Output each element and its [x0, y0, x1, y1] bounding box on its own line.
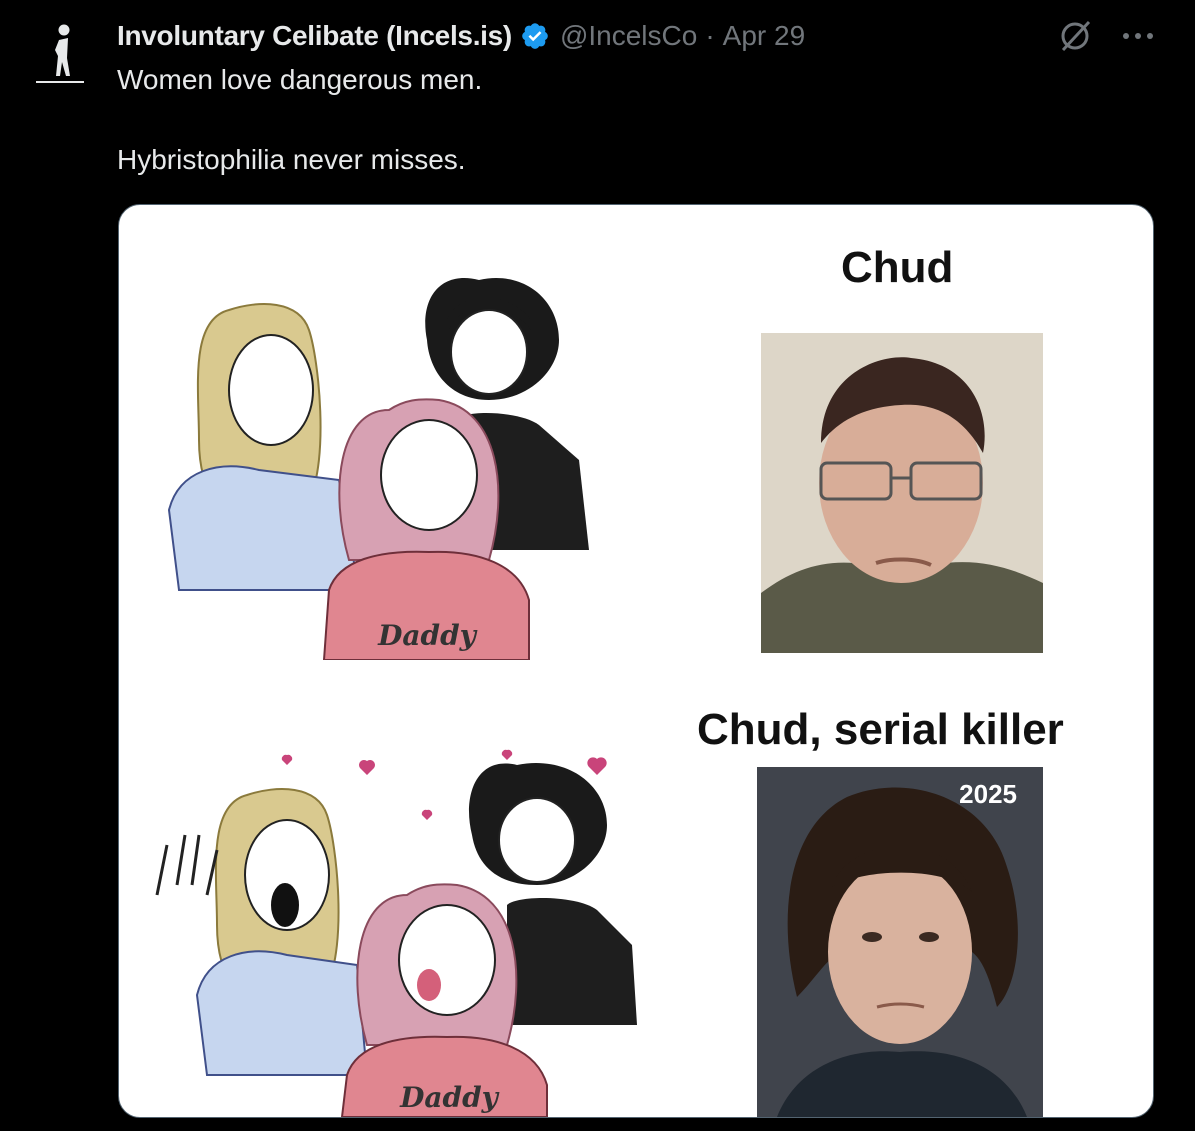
- stick-figure-logo-icon: [36, 24, 84, 83]
- separator-dot: ·: [705, 20, 715, 51]
- author-name[interactable]: Involuntary Celibate (Incels.is): [117, 20, 512, 52]
- tweet-header: Involuntary Celibate (Incels.is) @Incels…: [117, 16, 805, 56]
- mugshot-photo: 2025: [757, 767, 1043, 1117]
- more-options-icon[interactable]: [1121, 31, 1155, 41]
- tweet-text-line: Hybristophilia never misses.: [117, 144, 466, 175]
- shirt-text: Daddy: [377, 619, 478, 652]
- top-caption: Chud: [841, 243, 954, 292]
- verified-badge-icon: [522, 23, 548, 49]
- tweet-media[interactable]: Daddy Chud Daddy Chud, serial killer 202…: [118, 204, 1154, 1118]
- header-actions: [1057, 18, 1155, 54]
- tweet-text: Women love dangerous men. Hybristophilia…: [117, 60, 1117, 180]
- tweet-date[interactable]: Apr 29: [723, 20, 806, 52]
- author-handle[interactable]: @IncelsCo: [560, 20, 697, 52]
- cartoon-women-illustration: Daddy: [167, 278, 589, 660]
- photo-year-label: 2025: [959, 779, 1017, 809]
- tweet-text-line: Women love dangerous men.: [117, 64, 483, 95]
- grok-icon[interactable]: [1057, 18, 1093, 54]
- avatar[interactable]: [30, 22, 90, 88]
- bottom-caption: Chud, serial killer: [697, 705, 1064, 754]
- chud-photo: [761, 333, 1043, 653]
- cartoon-women-excited-illustration: Daddy: [155, 749, 637, 1117]
- shirt-text: Daddy: [399, 1081, 500, 1114]
